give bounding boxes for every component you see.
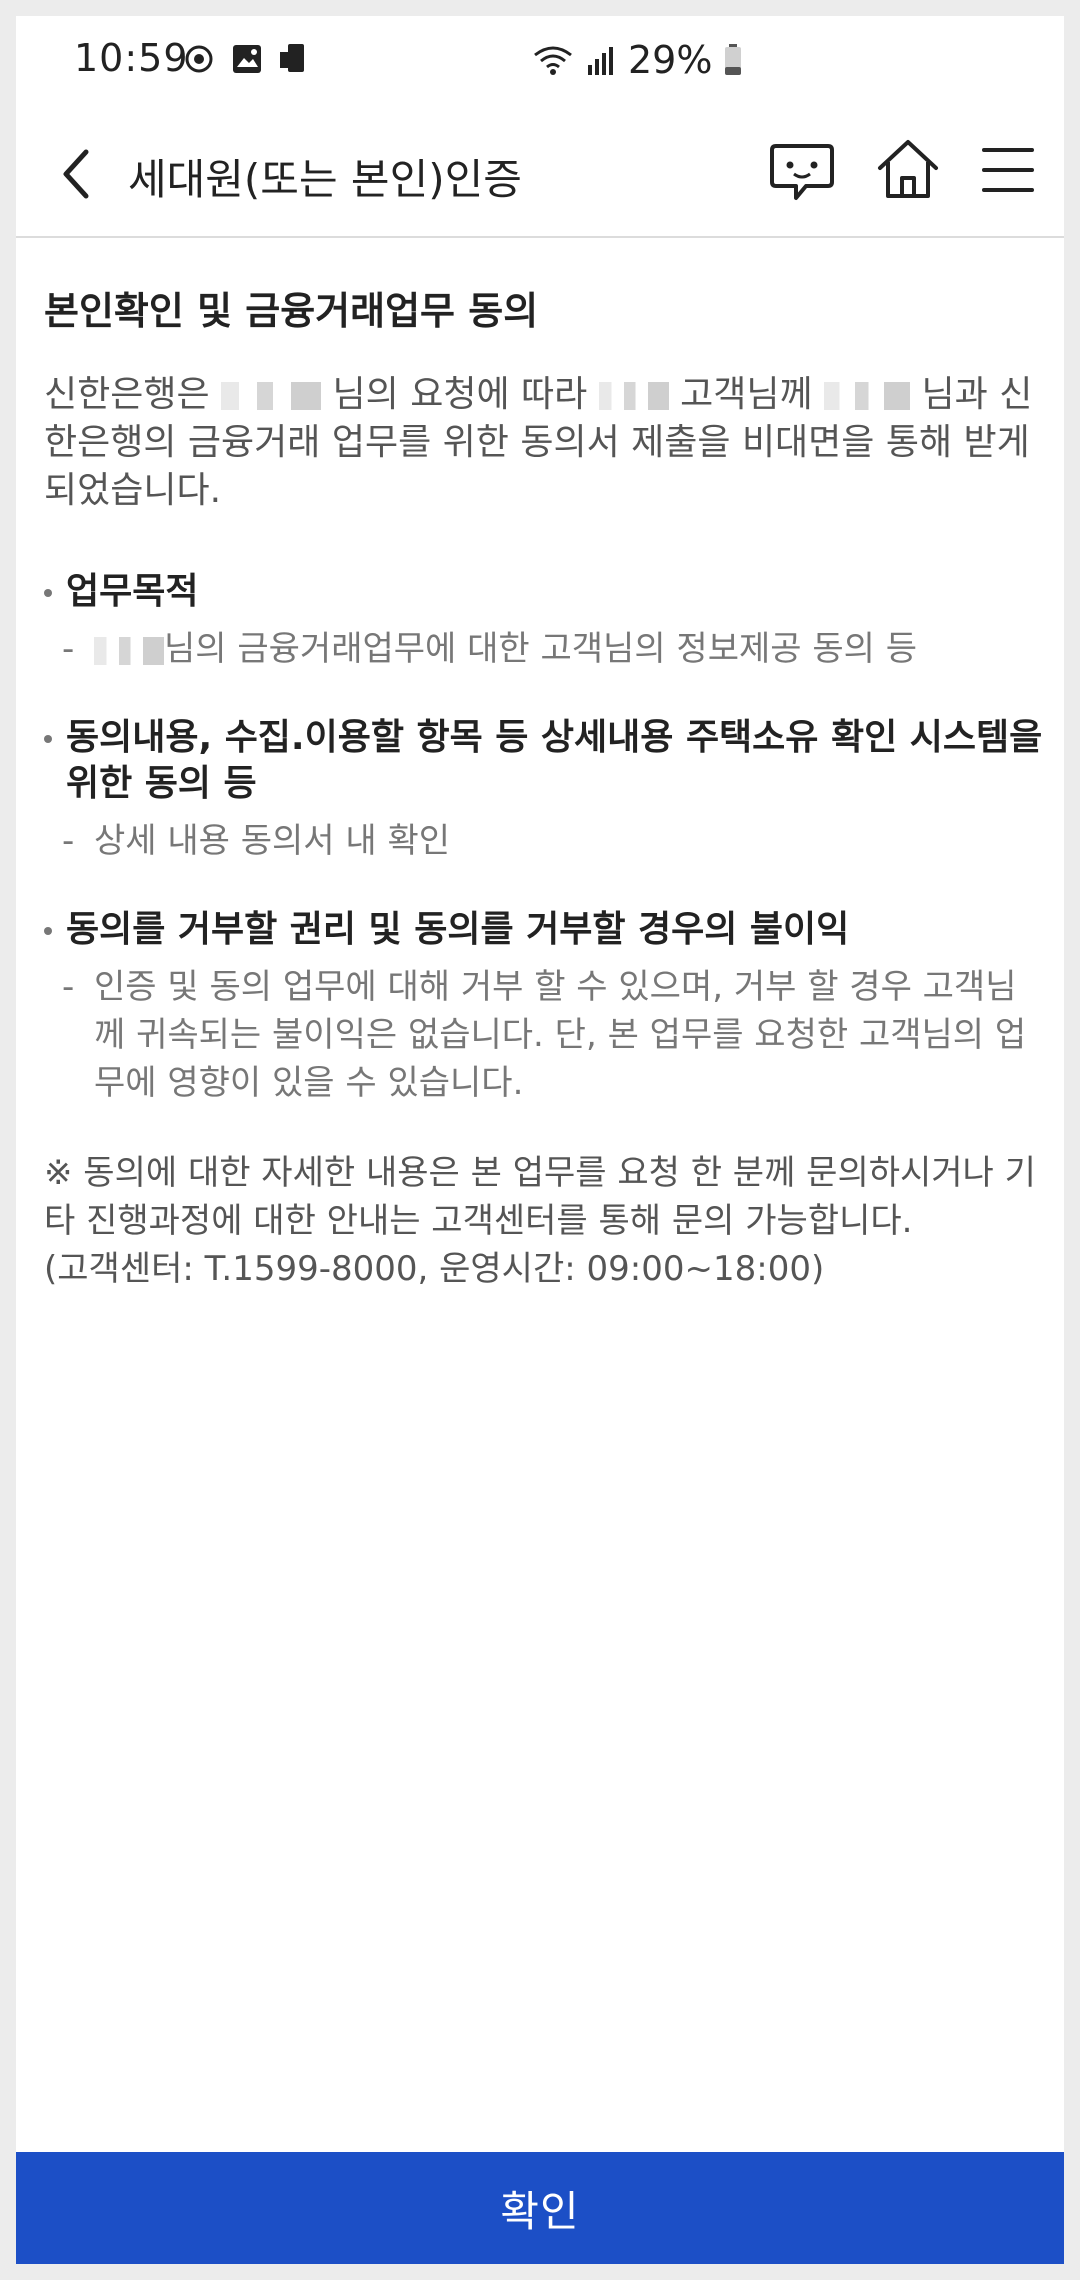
bullet-title: 동의내용, 수집.이용할 항목 등 상세내용 주택소유 확인 시스템을 위한 동… bbox=[44, 715, 1044, 807]
confirm-button[interactable]: 확인 bbox=[16, 2152, 1064, 2264]
sync-icon bbox=[182, 42, 216, 76]
screencast-icon bbox=[278, 42, 312, 76]
bullet-title: 업무목적 bbox=[44, 569, 1044, 615]
content-area: 본인확인 및 금융거래업무 동의 신한은행은 님의 요청에 따라 고객님께 님과… bbox=[44, 264, 1044, 1293]
bullet-refusal-right: 동의를 거부할 권리 및 동의를 거부할 경우의 불이익 인증 및 동의 업무에… bbox=[44, 907, 1044, 1107]
app-header: 세대원(또는 본인)인증 bbox=[16, 112, 1064, 238]
status-icons-left bbox=[182, 42, 312, 76]
status-icons-right: 29% bbox=[532, 38, 744, 82]
intro-text: 신한은행은 님의 요청에 따라 고객님께 님과 신한은행의 금융거래 업무를 위… bbox=[44, 374, 1033, 511]
bullet-purpose: 업무목적 님의 금융거래업무에 대한 고객님의 정보제공 동의 등 bbox=[44, 569, 1044, 673]
signal-icon bbox=[584, 43, 618, 77]
notice-text: ※ 동의에 대한 자세한 내용은 본 업무를 요청 한 분께 문의하시거나 기타… bbox=[44, 1153, 1036, 1241]
status-time: 10:59 bbox=[74, 36, 189, 80]
masked-name-1 bbox=[221, 382, 322, 410]
wifi-icon bbox=[532, 43, 574, 77]
chat-button[interactable] bbox=[766, 136, 838, 208]
masked-name-4 bbox=[94, 636, 164, 665]
screen: 10:59 29% 세대원(또는 본인)인증 본인확인 및 금융거래업무 동의 … bbox=[16, 16, 1064, 2264]
battery-text: 29% bbox=[628, 38, 713, 82]
page-title: 세대원(또는 본인)인증 bbox=[128, 155, 522, 204]
section-title: 본인확인 및 금융거래업무 동의 bbox=[44, 289, 539, 333]
home-button[interactable] bbox=[872, 134, 944, 206]
masked-name-3 bbox=[824, 382, 911, 410]
masked-name-2 bbox=[598, 382, 669, 410]
menu-icon bbox=[976, 148, 1040, 206]
back-arrow-icon bbox=[46, 149, 106, 210]
home-icon bbox=[872, 140, 944, 210]
bullet-desc: 인증 및 동의 업무에 대해 거부 할 수 있으며, 거부 할 경우 고객님께 … bbox=[44, 963, 1044, 1107]
bullet-desc: 상세 내용 동의서 내 확인 bbox=[44, 817, 1044, 865]
bullet-consent-details: 동의내용, 수집.이용할 항목 등 상세내용 주택소유 확인 시스템을 위한 동… bbox=[44, 715, 1044, 865]
bullet-desc: 님의 금융거래업무에 대한 고객님의 정보제공 동의 등 bbox=[44, 625, 1044, 673]
bullet-title: 동의를 거부할 권리 및 동의를 거부할 경우의 불이익 bbox=[44, 907, 1044, 953]
chat-icon bbox=[766, 144, 838, 212]
image-icon bbox=[230, 42, 264, 76]
contact-info: (고객센터: T.1599-8000, 운영시간: 09:00~18:00) bbox=[44, 1249, 825, 1289]
menu-button[interactable] bbox=[976, 138, 1040, 202]
status-bar: 10:59 29% bbox=[16, 16, 1064, 112]
battery-icon bbox=[722, 43, 744, 77]
back-button[interactable] bbox=[46, 142, 106, 206]
